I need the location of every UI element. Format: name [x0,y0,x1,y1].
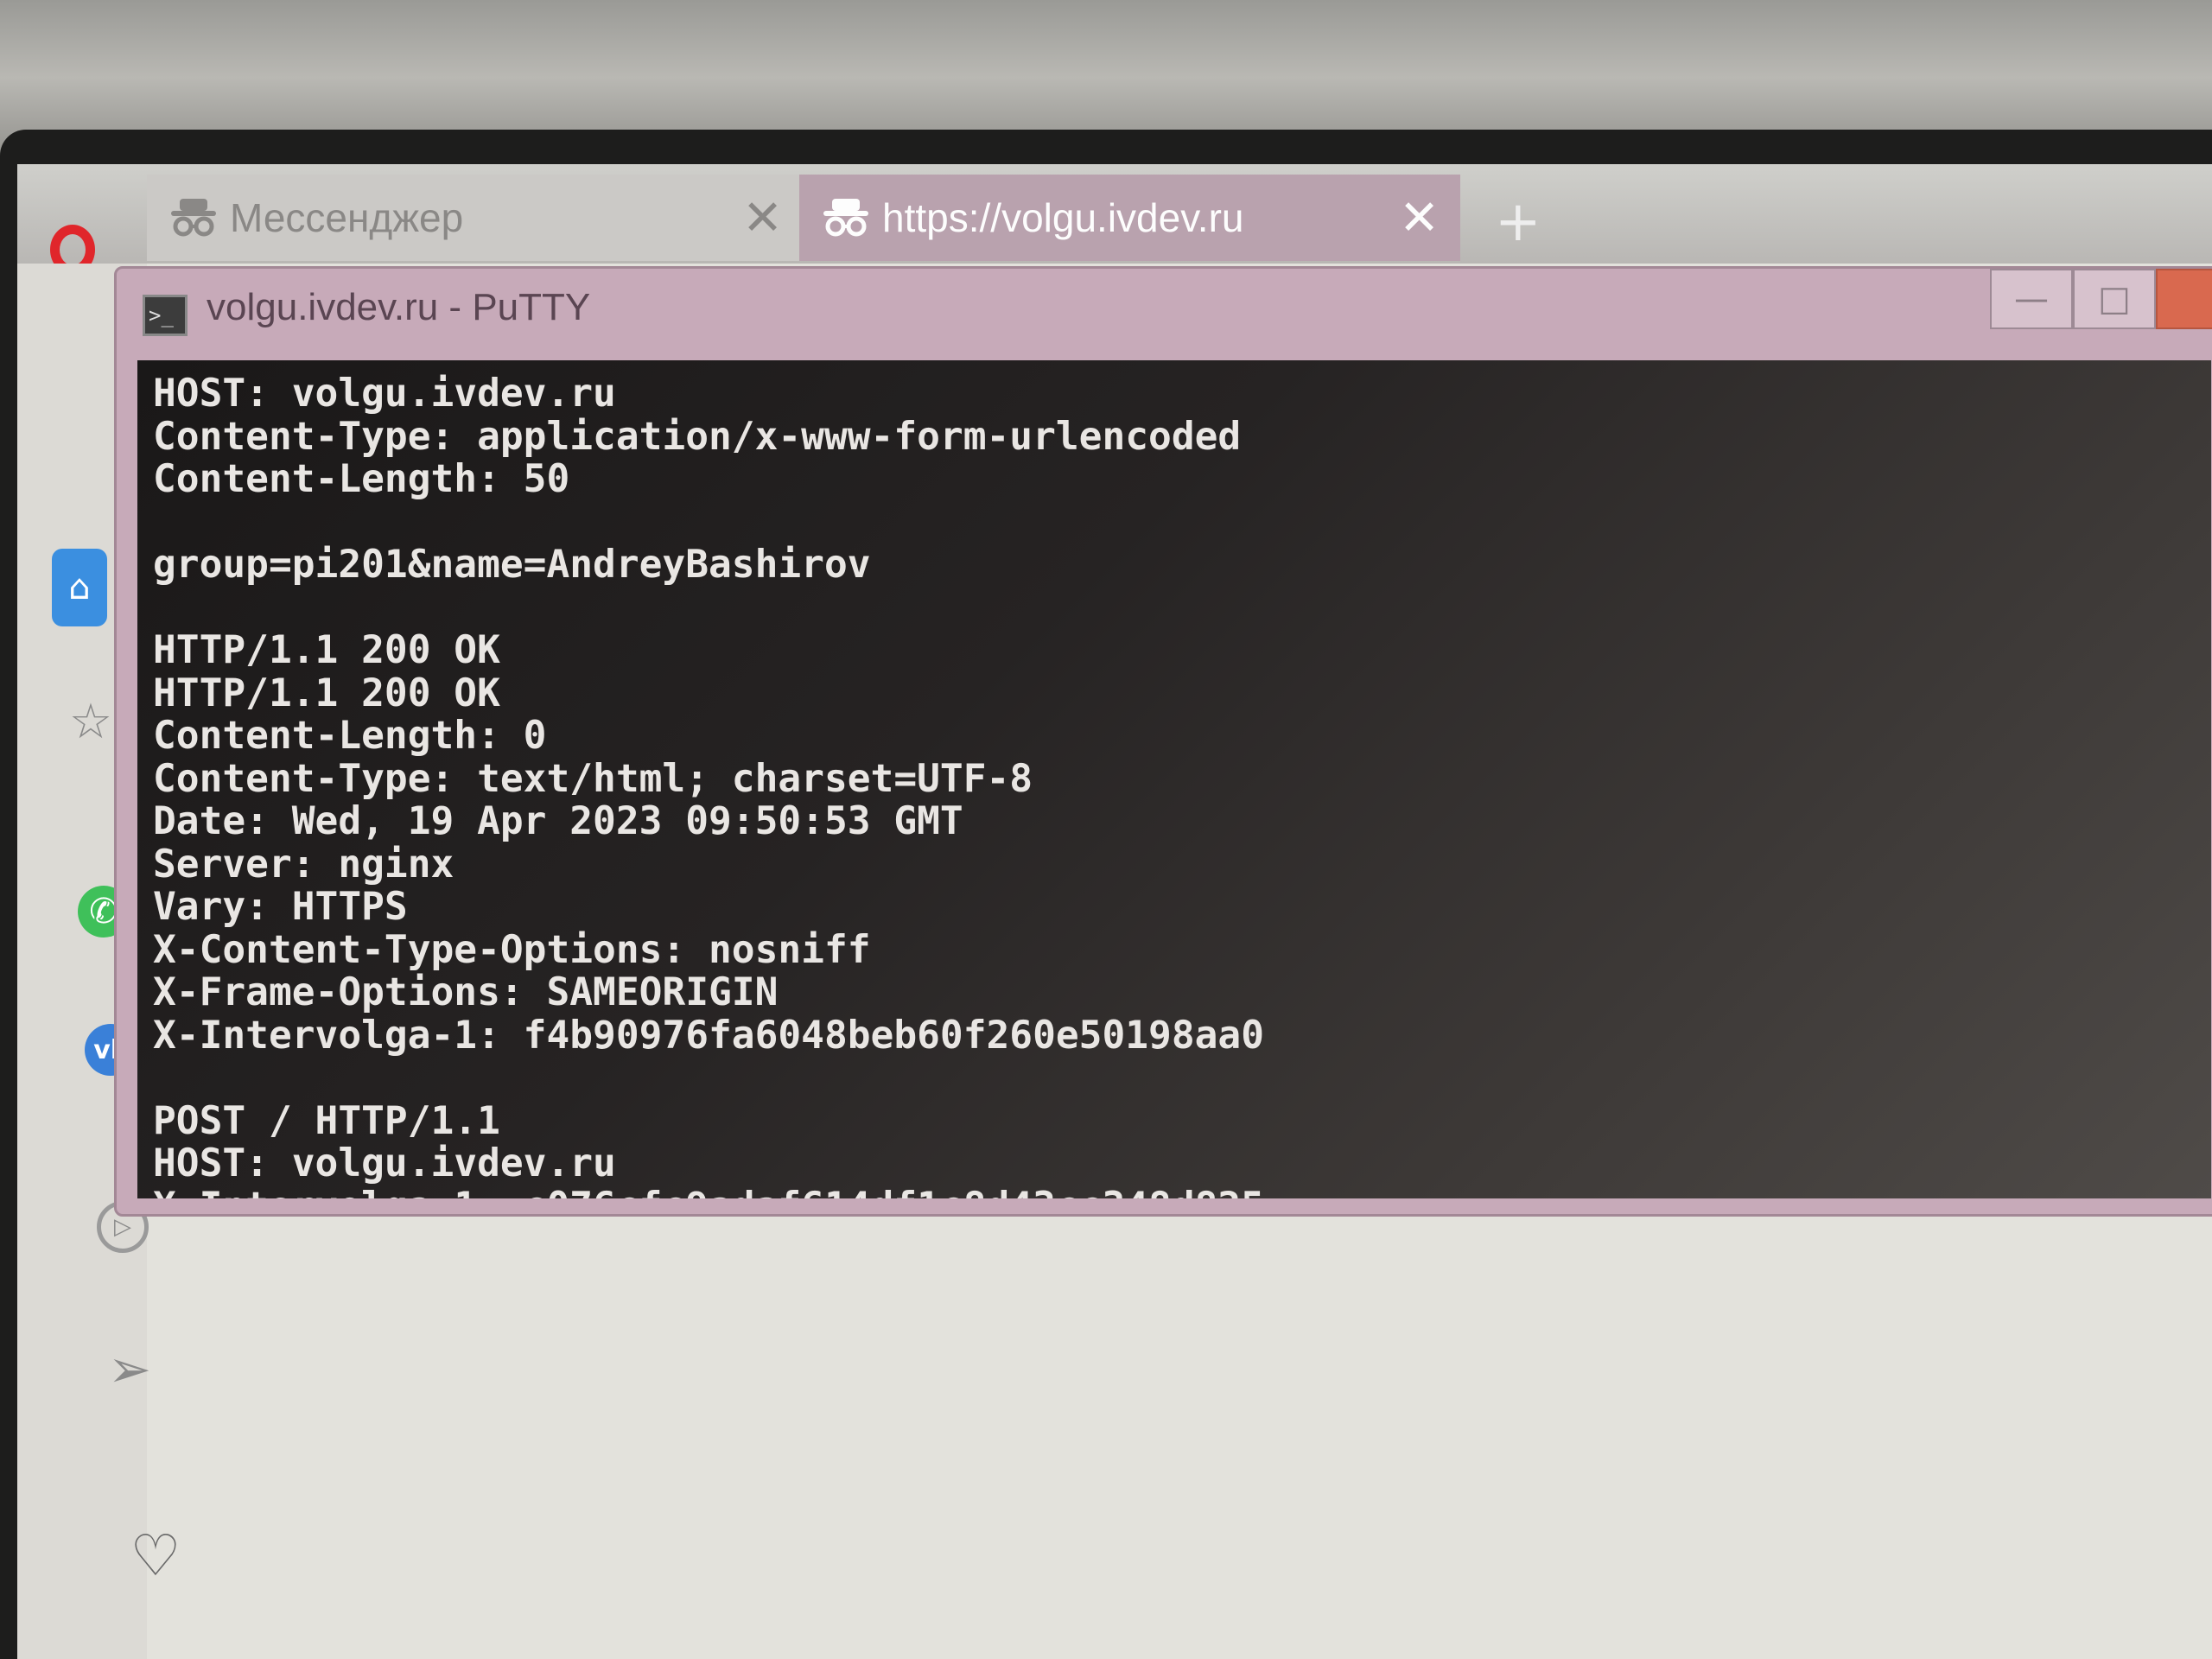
terminal-output[interactable]: HOST: volgu.ivdev.ru Content-Type: applic… [137,360,2211,1198]
terminal-line: Content-Type: application/x-www-form-url… [153,414,1242,459]
browser-tab-strip: Мессенджер ✕ https://volgu.ivdev.ru ✕ + [17,164,2212,275]
terminal-line: Content-Type: text/html; charset=UTF-8 [153,756,1033,801]
terminal-line: X-Intervolga-1: c076cfc9adaf614df1c8d43c… [153,1185,2211,1198]
terminal-line: HOST: volgu.ivdev.ru [153,372,616,416]
terminal-line: Vary: HTTPS [153,885,408,929]
star-icon[interactable]: ☆ [65,694,117,750]
close-tab-icon[interactable]: ✕ [1399,189,1440,246]
incognito-icon [820,197,872,238]
terminal-line: X-Content-Type-Options: nosniff [153,927,871,972]
maximize-button[interactable]: □ [2073,269,2156,329]
send-icon[interactable]: ➢ [104,1339,156,1400]
incognito-icon [168,197,219,238]
putty-window: >_ volgu.ivdev.ru - PuTTY — □ HOST: volg… [114,266,2212,1217]
putty-terminal-icon[interactable]: >_ [143,295,188,336]
terminal-line: X-Intervolga-1: f4b90976fa6048beb60f260e… [153,1013,1264,1058]
monitor-screen: Мессенджер ✕ https://volgu.ivdev.ru ✕ + … [17,164,2212,1659]
minimize-button[interactable]: — [1990,269,2073,329]
new-tab-button[interactable]: + [1495,190,1541,254]
home-icon[interactable]: ⌂ [52,549,107,626]
close-window-button[interactable] [2156,269,2212,329]
terminal-line: HTTP/1.1 200 OK [153,628,500,672]
tab-messenger[interactable]: Мессенджер ✕ [147,175,804,261]
tab-label: Мессенджер [230,195,464,240]
window-title: volgu.ivdev.ru - PuTTY [207,286,591,328]
terminal-lines: HOST: volgu.ivdev.ru Content-Type: applic… [137,360,2211,1198]
tab-volgu[interactable]: https://volgu.ivdev.ru ✕ [799,175,1460,261]
terminal-line: group=pi201&name=AndreyBashirov [153,543,871,587]
terminal-line: HTTP/1.1 200 OK [153,671,500,715]
tab-label: https://volgu.ivdev.ru [882,195,1244,240]
settings-icon[interactable]: ⚙ [138,1649,190,1659]
terminal-line: Content-Length: 50 [153,457,570,501]
heart-icon[interactable]: ♡ [130,1522,181,1589]
terminal-line: Date: Wed, 19 Apr 2023 09:50:53 GMT [153,799,963,843]
close-tab-icon[interactable]: ✕ [742,189,783,246]
terminal-line: POST / HTTP/1.1 [153,1098,500,1143]
terminal-line: Content-Length: 0 [153,714,547,758]
putty-titlebar[interactable]: >_ volgu.ivdev.ru - PuTTY — □ [117,269,2212,355]
terminal-line: Server: nginx [153,842,454,887]
terminal-line: X-Frame-Options: SAMEORIGIN [153,970,779,1014]
terminal-line: HOST: volgu.ivdev.ru [153,1141,616,1185]
